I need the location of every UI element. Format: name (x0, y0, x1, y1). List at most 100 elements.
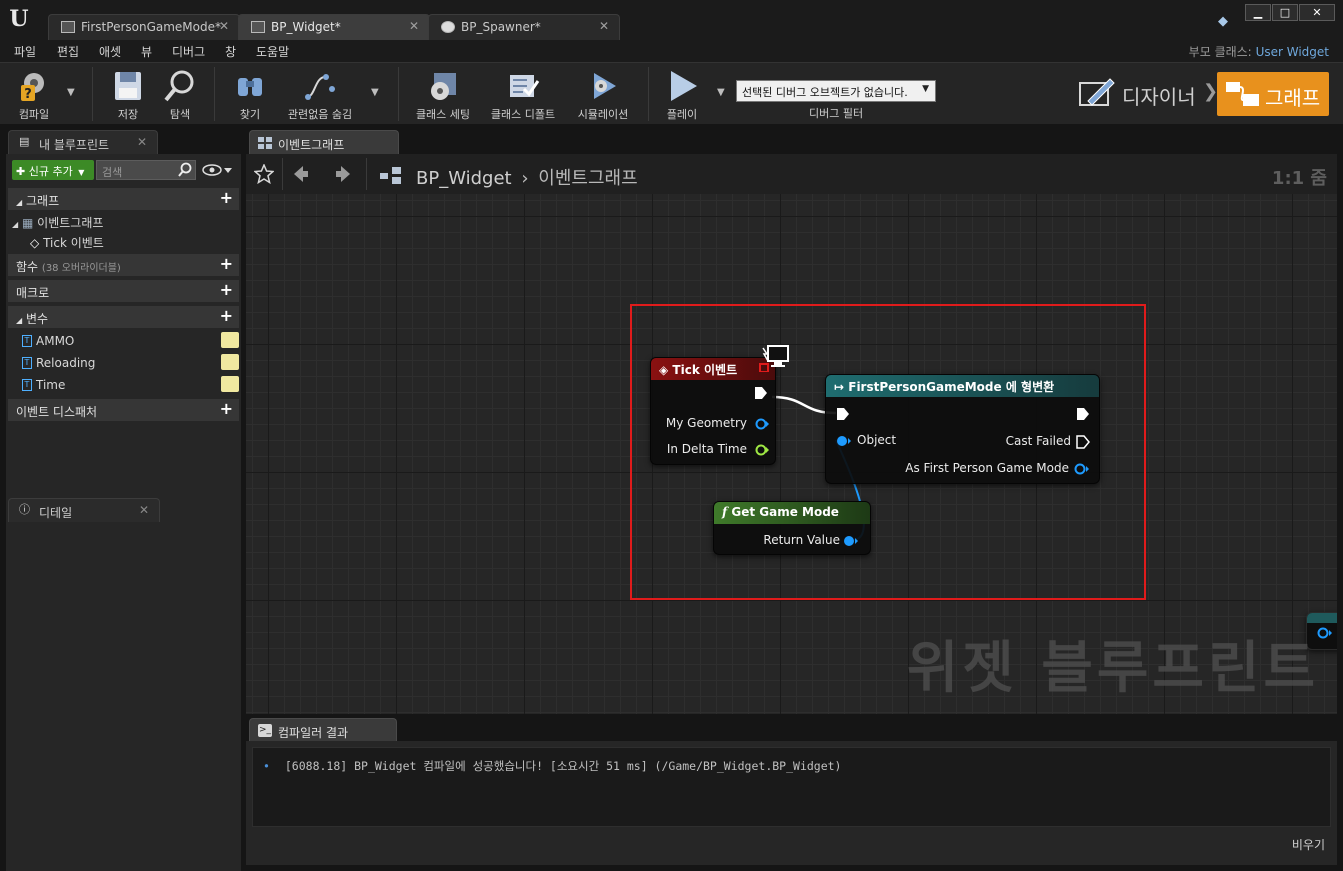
compile-options-caret-icon[interactable]: ▼ (67, 87, 75, 98)
tab-event-graph[interactable]: 이벤트그래프 (249, 130, 399, 154)
simulation-button[interactable]: 시뮬레이션 (570, 67, 636, 123)
add-variable-plus-icon[interactable]: + (220, 308, 233, 324)
category-macros[interactable]: 매크로 + (8, 280, 239, 302)
object-pin-icon[interactable] (1317, 627, 1333, 639)
category-graphs-label: 그래프 (25, 194, 60, 208)
breadcrumb-root[interactable]: BP_Widget (416, 168, 512, 189)
struct-pin-icon[interactable] (755, 418, 769, 430)
object-pin-icon[interactable] (1074, 463, 1090, 475)
category-graphs[interactable]: ◢ 그래프 + (8, 188, 239, 210)
add-graph-plus-icon[interactable]: + (220, 190, 233, 206)
float-pin-icon[interactable] (755, 444, 769, 456)
toolbar: ? 컴파일 ▼ 저장 탐색 찾기 관련없음 숨김 ▼ 클래스 세팅 클래스 디폴… (0, 62, 1343, 124)
exec-output-pin[interactable] (1076, 435, 1090, 449)
category-macros-label: 매크로 (16, 286, 50, 300)
class-defaults-button[interactable]: 클래스 디폴트 (484, 67, 562, 123)
hide-unrelated-button[interactable]: 관련없음 숨김 (282, 67, 358, 123)
tab-compiler-results[interactable]: >_ 컴파일러 결과 (249, 718, 397, 742)
tab-details[interactable]: ⓘ 디테일 ✕ (8, 498, 160, 522)
menu-asset[interactable]: 애셋 (99, 43, 121, 60)
tree-item-event-graph[interactable]: ◢ ▦ 이벤트그래프 (8, 211, 239, 231)
log-entry[interactable]: • [6088.18] BP_Widget 컴파일에 성공했습니다! [소요시간… (263, 758, 842, 774)
class-settings-button[interactable]: 클래스 세팅 (410, 67, 476, 123)
designer-mode-button[interactable]: 디자이너 (1078, 73, 1196, 113)
object-pin-icon[interactable] (843, 535, 859, 547)
exec-output-pin[interactable] (754, 386, 768, 400)
tab-bp-spawner[interactable]: BP_Spawner* ✕ (428, 14, 620, 40)
tab-label: 이벤트그래프 (278, 138, 345, 152)
browse-label: 탐색 (169, 108, 191, 121)
save-label: 저장 (117, 108, 139, 121)
visibility-eye-icon[interactable] (221, 354, 239, 370)
compile-button[interactable]: ? 컴파일 (8, 67, 60, 123)
tab-firstpersongamemode[interactable]: FirstPersonGameMode* ✕ (48, 14, 240, 40)
add-macro-plus-icon[interactable]: + (220, 282, 233, 298)
close-icon[interactable]: ✕ (599, 19, 609, 33)
category-event-dispatchers[interactable]: 이벤트 디스패처 + (8, 399, 239, 421)
tab-my-blueprint[interactable]: ▤ 내 블루프린트 ✕ (8, 130, 158, 154)
cast-node[interactable]: ↦ FirstPersonGameMode 에 형변환 Object Cast … (825, 374, 1100, 484)
play-button[interactable]: 플레이 (658, 67, 706, 123)
close-icon[interactable]: ✕ (137, 135, 147, 149)
clear-button[interactable]: 비우기 (1292, 836, 1325, 853)
favorite-star-icon[interactable] (254, 164, 274, 184)
tick-event-node[interactable]: ◈ Tick 이벤트 My Geometry In Delta Time (650, 357, 776, 465)
graph-editor: BP_Widget › 이벤트그래프 1:1 줌 ◈ Tick 이벤트 My G… (246, 154, 1337, 714)
node-title: Tick 이벤트 (672, 363, 738, 377)
close-icon[interactable]: ✕ (409, 19, 419, 33)
save-button[interactable]: 저장 (104, 67, 152, 123)
view-options-eye-icon[interactable] (202, 162, 234, 178)
exec-output-pin[interactable] (1076, 407, 1090, 421)
actor-sphere-icon (441, 21, 455, 33)
pin-label: As First Person Game Mode (905, 461, 1069, 475)
tab-label: 컴파일러 결과 (278, 726, 349, 740)
compiler-log: • [6088.18] BP_Widget 컴파일에 성공했습니다! [소요시간… (252, 747, 1331, 827)
tree-item-tick-event[interactable]: ◇ Tick 이벤트 (8, 231, 239, 251)
add-function-plus-icon[interactable]: + (220, 256, 233, 272)
maximize-button[interactable]: □ (1272, 4, 1298, 21)
menu-help[interactable]: 도움말 (256, 43, 289, 60)
close-icon[interactable]: ✕ (219, 19, 229, 33)
search-placeholder: 검색 (102, 166, 123, 179)
node-header (1307, 613, 1337, 623)
menu-view[interactable]: 뷰 (141, 43, 152, 60)
minimize-button[interactable]: ▁ (1245, 4, 1271, 21)
browse-button[interactable]: 탐색 (156, 67, 204, 123)
find-button[interactable]: 찾기 (226, 67, 274, 123)
menu-debug[interactable]: 디버그 (172, 43, 205, 60)
node-title: Get Game Mode (731, 505, 839, 519)
variable-reloading[interactable]: T Reloading (8, 353, 239, 373)
category-variables[interactable]: ◢ 변수 + (8, 306, 239, 328)
add-new-button[interactable]: ✚ 신규 추가 ▼ (12, 160, 94, 180)
play-options-caret-icon[interactable]: ▼ (717, 87, 725, 98)
variable-ammo[interactable]: T AMMO (8, 331, 239, 351)
debug-object-select[interactable]: 선택된 디버그 오브젝트가 없습니다. ▼ (736, 80, 936, 102)
graph-canvas[interactable]: ◈ Tick 이벤트 My Geometry In Delta Time ↦ F… (246, 194, 1337, 714)
close-window-button[interactable]: ✕ (1299, 4, 1335, 21)
find-label: 찾기 (239, 108, 261, 121)
forward-arrow-icon[interactable] (334, 164, 352, 184)
exec-input-pin[interactable] (836, 407, 850, 421)
menu-window[interactable]: 창 (225, 43, 236, 60)
category-functions[interactable]: 함수 (38 오버라이더블) + (8, 254, 239, 276)
menu-file[interactable]: 파일 (14, 43, 36, 60)
search-input[interactable]: 검색 (96, 160, 196, 180)
unreal-logo-icon: U (9, 6, 29, 32)
toolbar-divider (398, 67, 399, 121)
hide-unrelated-options-caret-icon[interactable]: ▼ (371, 87, 379, 98)
object-pin-icon[interactable] (836, 435, 852, 447)
parent-class-link[interactable]: User Widget (1256, 45, 1329, 59)
menu-edit[interactable]: 편집 (57, 43, 79, 60)
back-arrow-icon[interactable] (292, 164, 310, 184)
variable-label: Time (36, 378, 66, 392)
add-dispatcher-plus-icon[interactable]: + (220, 401, 233, 417)
text-variable-icon: T (22, 357, 32, 369)
blueprint-icon (61, 21, 75, 33)
graph-mode-button[interactable]: 그래프 (1217, 72, 1329, 116)
visibility-eye-icon[interactable] (221, 332, 239, 348)
visibility-eye-icon[interactable] (221, 376, 239, 392)
close-icon[interactable]: ✕ (139, 503, 149, 517)
variable-time[interactable]: T Time (8, 375, 239, 395)
tab-bp-widget[interactable]: BP_Widget* ✕ (238, 14, 430, 40)
get-game-mode-node[interactable]: f Get Game Mode Return Value (713, 501, 871, 555)
